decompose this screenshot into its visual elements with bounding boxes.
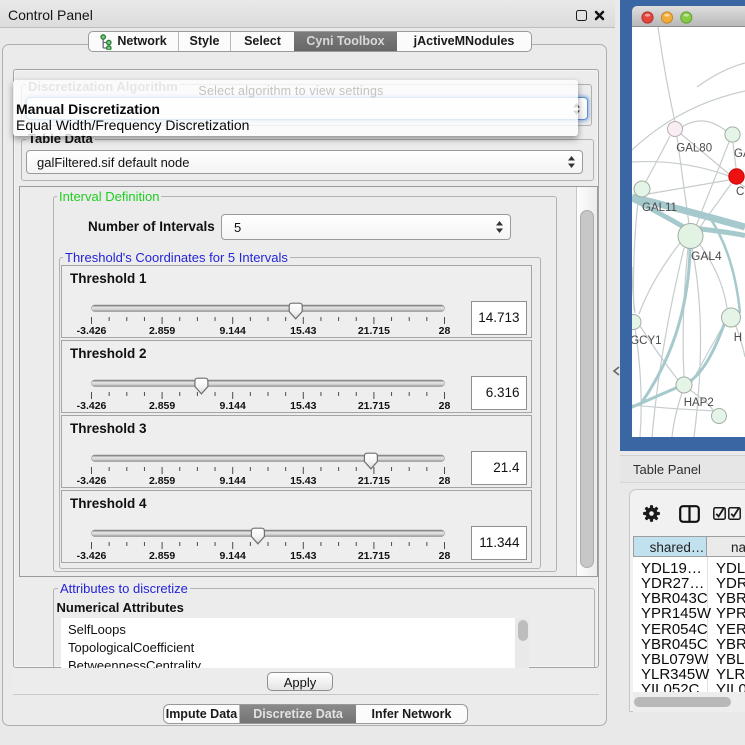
svg-text:GAL4: GAL4 [691,249,722,263]
svg-text:H: H [734,332,742,344]
svg-text:GCY1: GCY1 [632,335,662,347]
svg-text:C: C [736,186,744,198]
svg-text:GAL80: GAL80 [676,142,712,154]
svg-text:GAL: GAL [734,148,745,160]
svg-text:HAP2: HAP2 [684,397,714,409]
svg-text:GAL11: GAL11 [642,202,677,214]
